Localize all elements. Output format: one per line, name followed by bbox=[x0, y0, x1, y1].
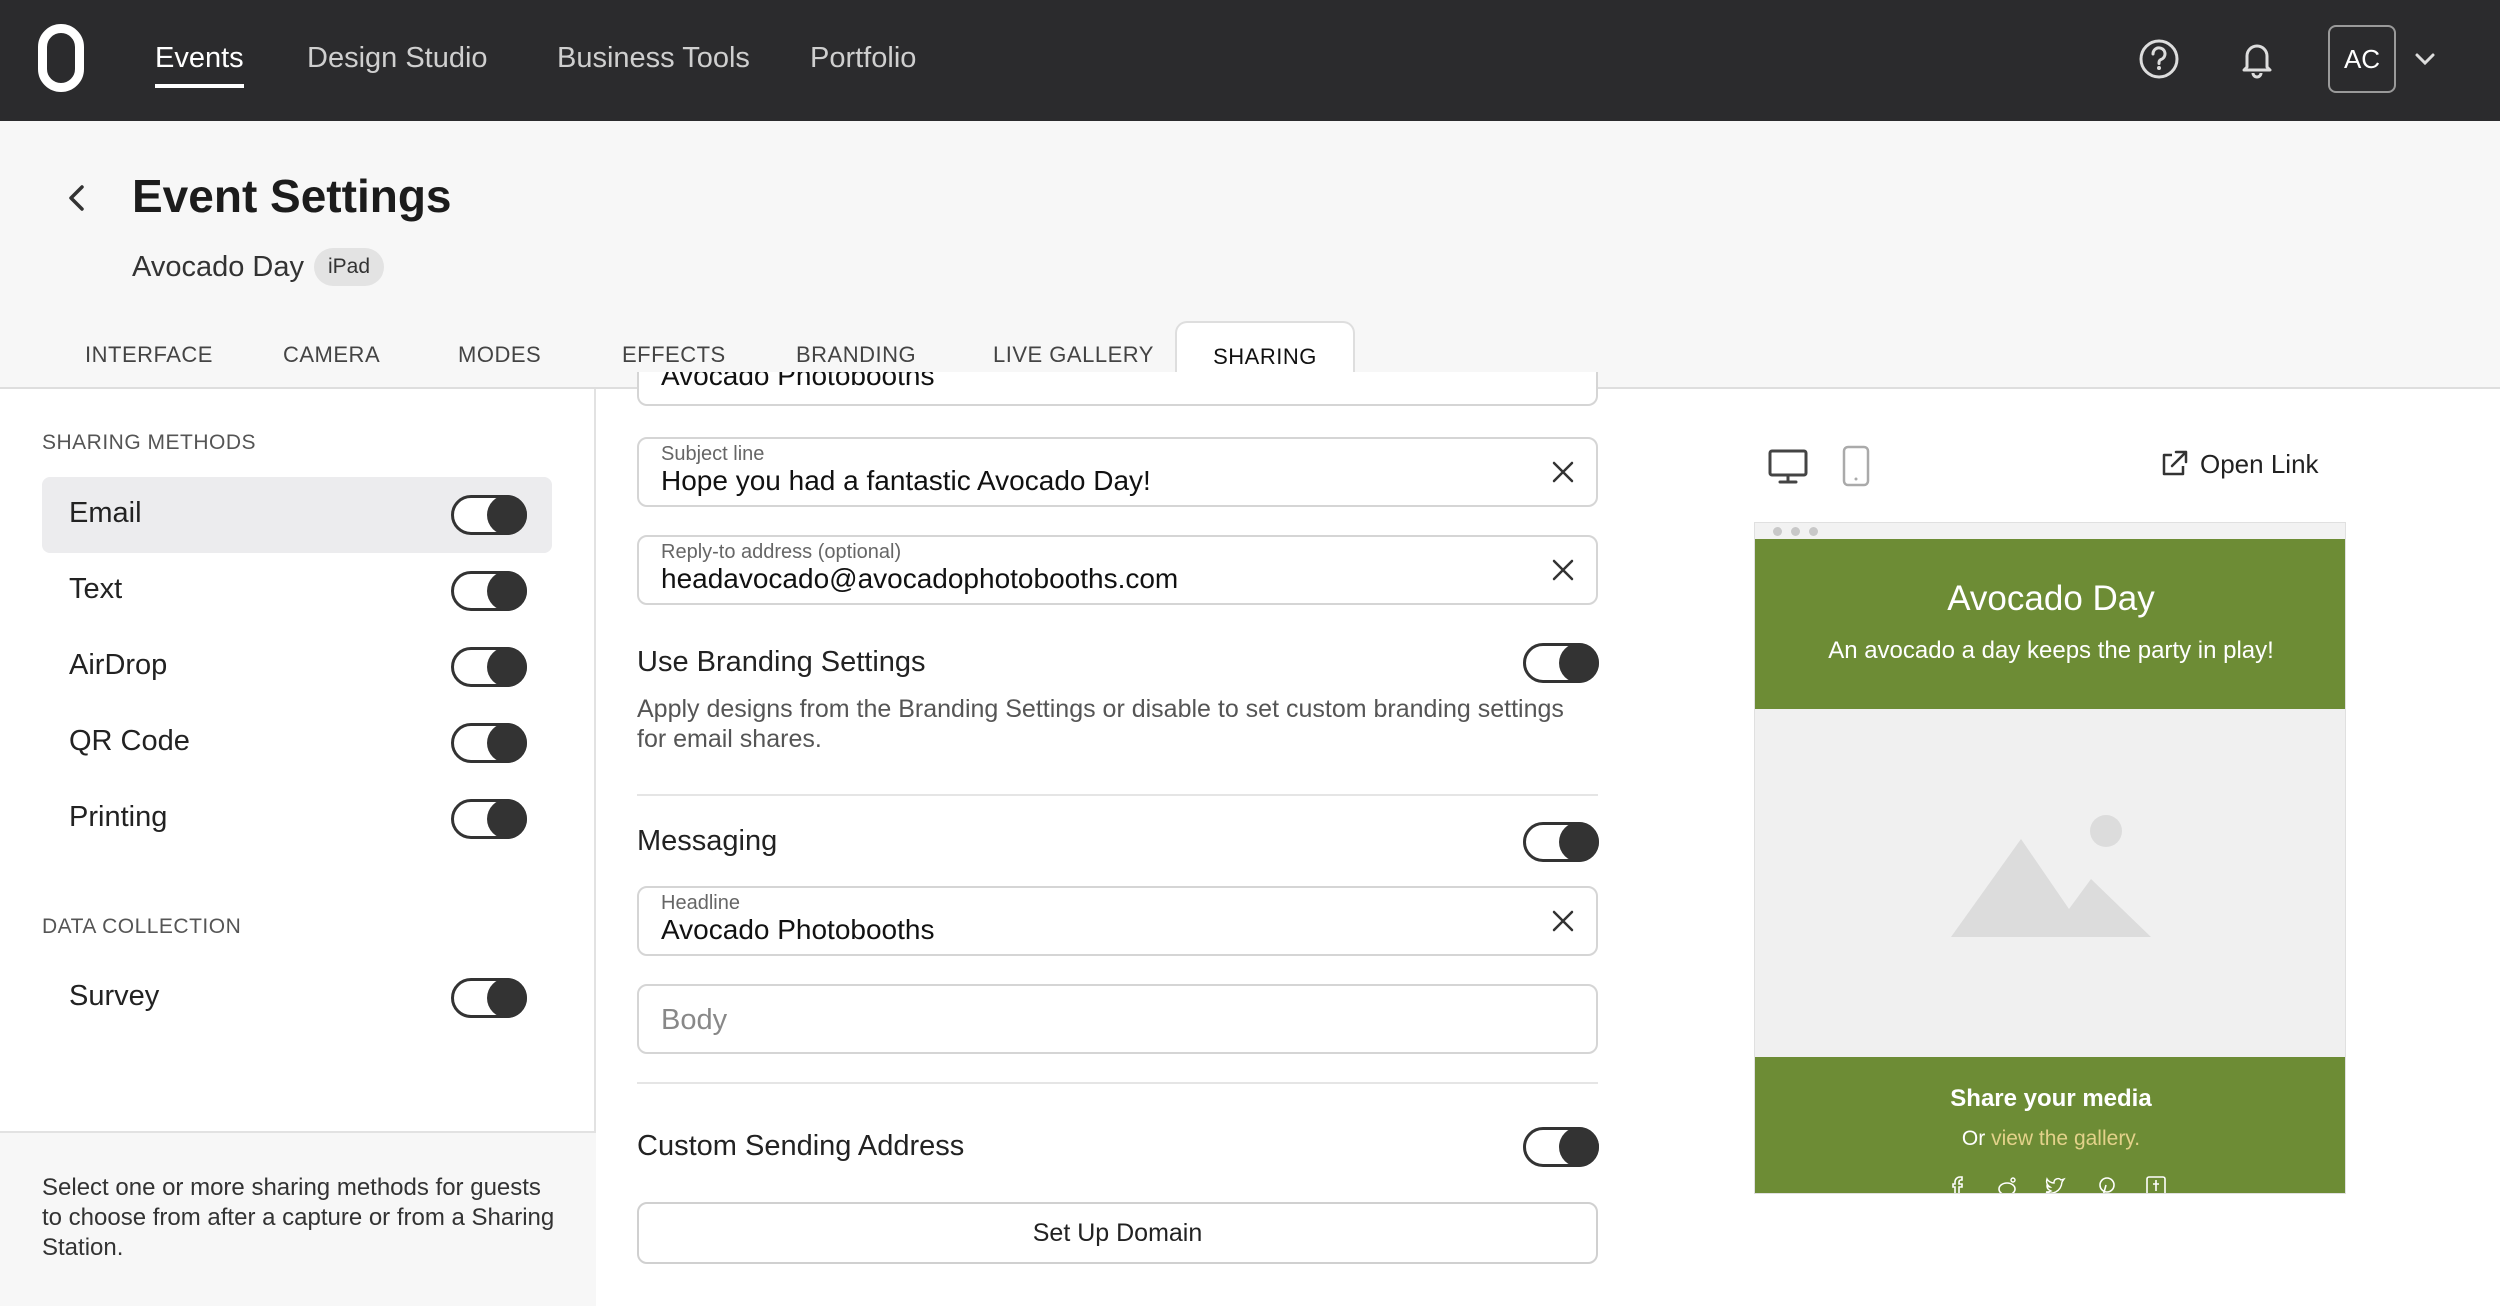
clear-icon[interactable] bbox=[1550, 908, 1576, 934]
email-toggle[interactable] bbox=[451, 495, 527, 535]
page-header: Event Settings Avocado Day iPad INTERFAC… bbox=[0, 121, 2500, 391]
tab-interface[interactable]: INTERFACE bbox=[85, 321, 213, 389]
survey-toggle[interactable] bbox=[451, 978, 527, 1018]
reddit-icon[interactable] bbox=[1996, 1175, 2018, 1194]
printing-toggle[interactable] bbox=[451, 799, 527, 839]
preview-subtitle: An avocado a day keeps the party in play… bbox=[1828, 637, 2274, 664]
from-name-field[interactable]: Avocado Photobooths bbox=[637, 372, 1598, 406]
custom-sending-address-toggle[interactable] bbox=[1523, 1127, 1599, 1167]
open-link-label: Open Link bbox=[2200, 449, 2319, 479]
messaging-title: Messaging bbox=[637, 825, 778, 857]
bell-icon[interactable] bbox=[2234, 36, 2280, 82]
method-label: Survey bbox=[69, 980, 160, 1012]
preview-window-chrome bbox=[1755, 523, 2345, 539]
method-row-email[interactable]: Email bbox=[42, 477, 552, 553]
o-logo-icon[interactable] bbox=[38, 24, 84, 92]
headline-field[interactable]: Headline Avocado Photobooths bbox=[637, 886, 1598, 956]
from-name-value: Avocado Photobooths bbox=[661, 372, 935, 391]
method-label: AirDrop bbox=[69, 649, 168, 681]
text-toggle[interactable] bbox=[451, 571, 527, 611]
facebook-icon[interactable] bbox=[1946, 1175, 1968, 1194]
subject-line-field[interactable]: Subject line Hope you had a fantastic Av… bbox=[637, 437, 1598, 507]
branding-settings-title: Use Branding Settings bbox=[637, 646, 926, 678]
share-subtext: Or view the gallery. bbox=[1755, 1127, 2345, 1151]
nav-portfolio[interactable]: Portfolio bbox=[810, 38, 916, 88]
device-badge: iPad bbox=[314, 248, 385, 286]
email-preview: Avocado Day An avocado a day keeps the p… bbox=[1754, 522, 2346, 1194]
back-arrow-icon[interactable] bbox=[58, 179, 96, 217]
headline-label: Headline bbox=[661, 892, 740, 914]
method-row-airdrop[interactable]: AirDrop bbox=[42, 629, 552, 705]
preview-header: Avocado Day An avocado a day keeps the p… bbox=[1755, 539, 2345, 709]
subject-line-label: Subject line bbox=[661, 443, 765, 465]
reply-to-label: Reply-to address (optional) bbox=[661, 541, 902, 563]
divider bbox=[637, 1082, 1598, 1084]
divider bbox=[637, 794, 1598, 796]
branding-settings-toggle[interactable] bbox=[1523, 643, 1599, 683]
tumblr-icon[interactable] bbox=[2145, 1175, 2167, 1194]
method-label: QR Code bbox=[69, 725, 190, 757]
page-title: Event Settings bbox=[132, 170, 452, 222]
clear-icon[interactable] bbox=[1550, 459, 1576, 485]
subject-line-value: Hope you had a fantastic Avocado Day! bbox=[661, 465, 1151, 496]
share-heading: Share your media bbox=[1950, 1085, 2152, 1112]
mobile-icon[interactable] bbox=[1834, 444, 1878, 488]
set-up-domain-button[interactable]: Set Up Domain bbox=[637, 1202, 1598, 1264]
event-name: Avocado Day bbox=[132, 251, 304, 283]
image-placeholder-icon bbox=[1755, 709, 2345, 1057]
sidebar-help-text: Select one or more sharing methods for g… bbox=[42, 1174, 555, 1261]
method-row-text[interactable]: Text bbox=[42, 553, 552, 629]
twitter-icon[interactable] bbox=[2044, 1175, 2066, 1194]
external-link-icon bbox=[2162, 450, 2188, 476]
clear-icon[interactable] bbox=[1550, 557, 1576, 583]
tab-camera[interactable]: CAMERA bbox=[283, 321, 380, 389]
sharing-methods-heading: SHARING METHODS bbox=[42, 431, 257, 454]
tab-modes[interactable]: MODES bbox=[458, 321, 541, 389]
method-row-printing[interactable]: Printing bbox=[42, 781, 552, 857]
qr-code-toggle[interactable] bbox=[451, 723, 527, 763]
preview-footer: Share your media Or view the gallery. bbox=[1755, 1057, 2345, 1194]
share-or-text: Or bbox=[1961, 1127, 1986, 1150]
reply-to-value: headavocado@avocadophotobooths.com bbox=[661, 563, 1179, 594]
body-placeholder: Body bbox=[661, 1004, 728, 1036]
sidebar-help-panel: Select one or more sharing methods for g… bbox=[0, 1131, 596, 1306]
method-label: Text bbox=[69, 573, 123, 605]
airdrop-toggle[interactable] bbox=[451, 647, 527, 687]
desktop-icon[interactable] bbox=[1766, 444, 1810, 488]
nav-design-studio[interactable]: Design Studio bbox=[307, 38, 488, 88]
method-row-qr-code[interactable]: QR Code bbox=[42, 705, 552, 781]
avatar[interactable]: AC bbox=[2328, 25, 2396, 93]
pinterest-icon[interactable] bbox=[2096, 1175, 2118, 1194]
method-label: Email bbox=[69, 497, 142, 529]
sharing-sidebar: SHARING METHODS Email Text AirDrop QR Co… bbox=[0, 389, 596, 1306]
headline-value: Avocado Photobooths bbox=[661, 914, 935, 945]
method-row-survey[interactable]: Survey bbox=[42, 960, 552, 1036]
custom-sending-address-title: Custom Sending Address bbox=[637, 1130, 965, 1162]
question-circle-icon[interactable] bbox=[2136, 36, 2182, 82]
body-field[interactable]: Body bbox=[637, 984, 1598, 1054]
nav-business-tools[interactable]: Business Tools bbox=[557, 38, 750, 88]
reply-to-field[interactable]: Reply-to address (optional) headavocado@… bbox=[637, 535, 1598, 605]
chevron-down-icon[interactable] bbox=[2410, 44, 2440, 74]
messaging-toggle[interactable] bbox=[1523, 822, 1599, 862]
nav-events[interactable]: Events bbox=[155, 38, 244, 88]
top-nav-bar: Events Design Studio Business Tools Port… bbox=[0, 0, 2500, 121]
data-collection-heading: DATA COLLECTION bbox=[42, 915, 242, 938]
method-label: Printing bbox=[69, 801, 168, 833]
branding-settings-description: Apply designs from the Branding Settings… bbox=[637, 695, 1564, 753]
preview-title: Avocado Day bbox=[1947, 579, 2155, 618]
view-gallery-link[interactable]: view the gallery. bbox=[1991, 1127, 2140, 1150]
